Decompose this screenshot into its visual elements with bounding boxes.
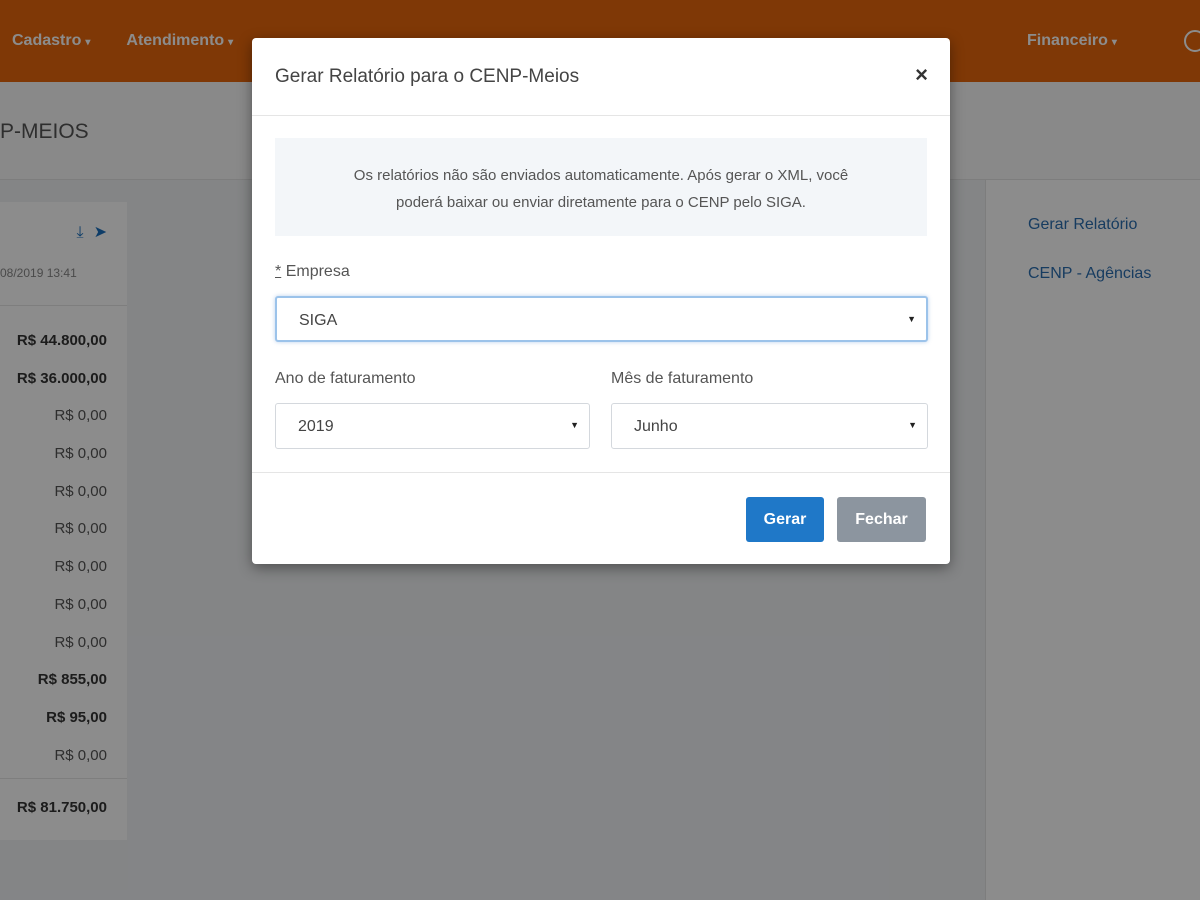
empresa-select-value: SIGA	[299, 312, 338, 329]
modal-header: Gerar Relatório para o CENP-Meios ×	[252, 38, 950, 116]
mes-select[interactable]: Junho ▼	[611, 403, 928, 449]
dropdown-arrow-icon: ▼	[570, 420, 579, 430]
mes-select-value: Junho	[634, 418, 678, 435]
empresa-label: * Empresa	[275, 263, 350, 281]
fechar-button[interactable]: Fechar	[837, 497, 926, 542]
close-icon[interactable]: ×	[915, 62, 928, 88]
info-alert: Os relatórios não são enviados automatic…	[275, 138, 927, 236]
empresa-label-text: Empresa	[285, 263, 350, 280]
dropdown-arrow-icon: ▼	[908, 420, 917, 430]
empresa-select[interactable]: SIGA ▼	[275, 296, 928, 342]
info-text-line: Os relatórios não são enviados automatic…	[353, 167, 849, 184]
report-modal: Gerar Relatório para o CENP-Meios × Os r…	[252, 38, 950, 564]
required-marker: *	[275, 263, 282, 280]
info-text-line: poderá baixar ou enviar diretamente para…	[396, 194, 806, 211]
ano-label: Ano de faturamento	[275, 370, 416, 387]
ano-select-value: 2019	[298, 418, 334, 435]
gerar-button[interactable]: Gerar	[746, 497, 824, 542]
mes-label: Mês de faturamento	[611, 370, 754, 387]
ano-select[interactable]: 2019 ▼	[275, 403, 590, 449]
modal-title: Gerar Relatório para o CENP-Meios	[275, 66, 580, 87]
modal-footer: Gerar Fechar	[252, 472, 950, 564]
dropdown-arrow-icon: ▼	[907, 314, 916, 324]
